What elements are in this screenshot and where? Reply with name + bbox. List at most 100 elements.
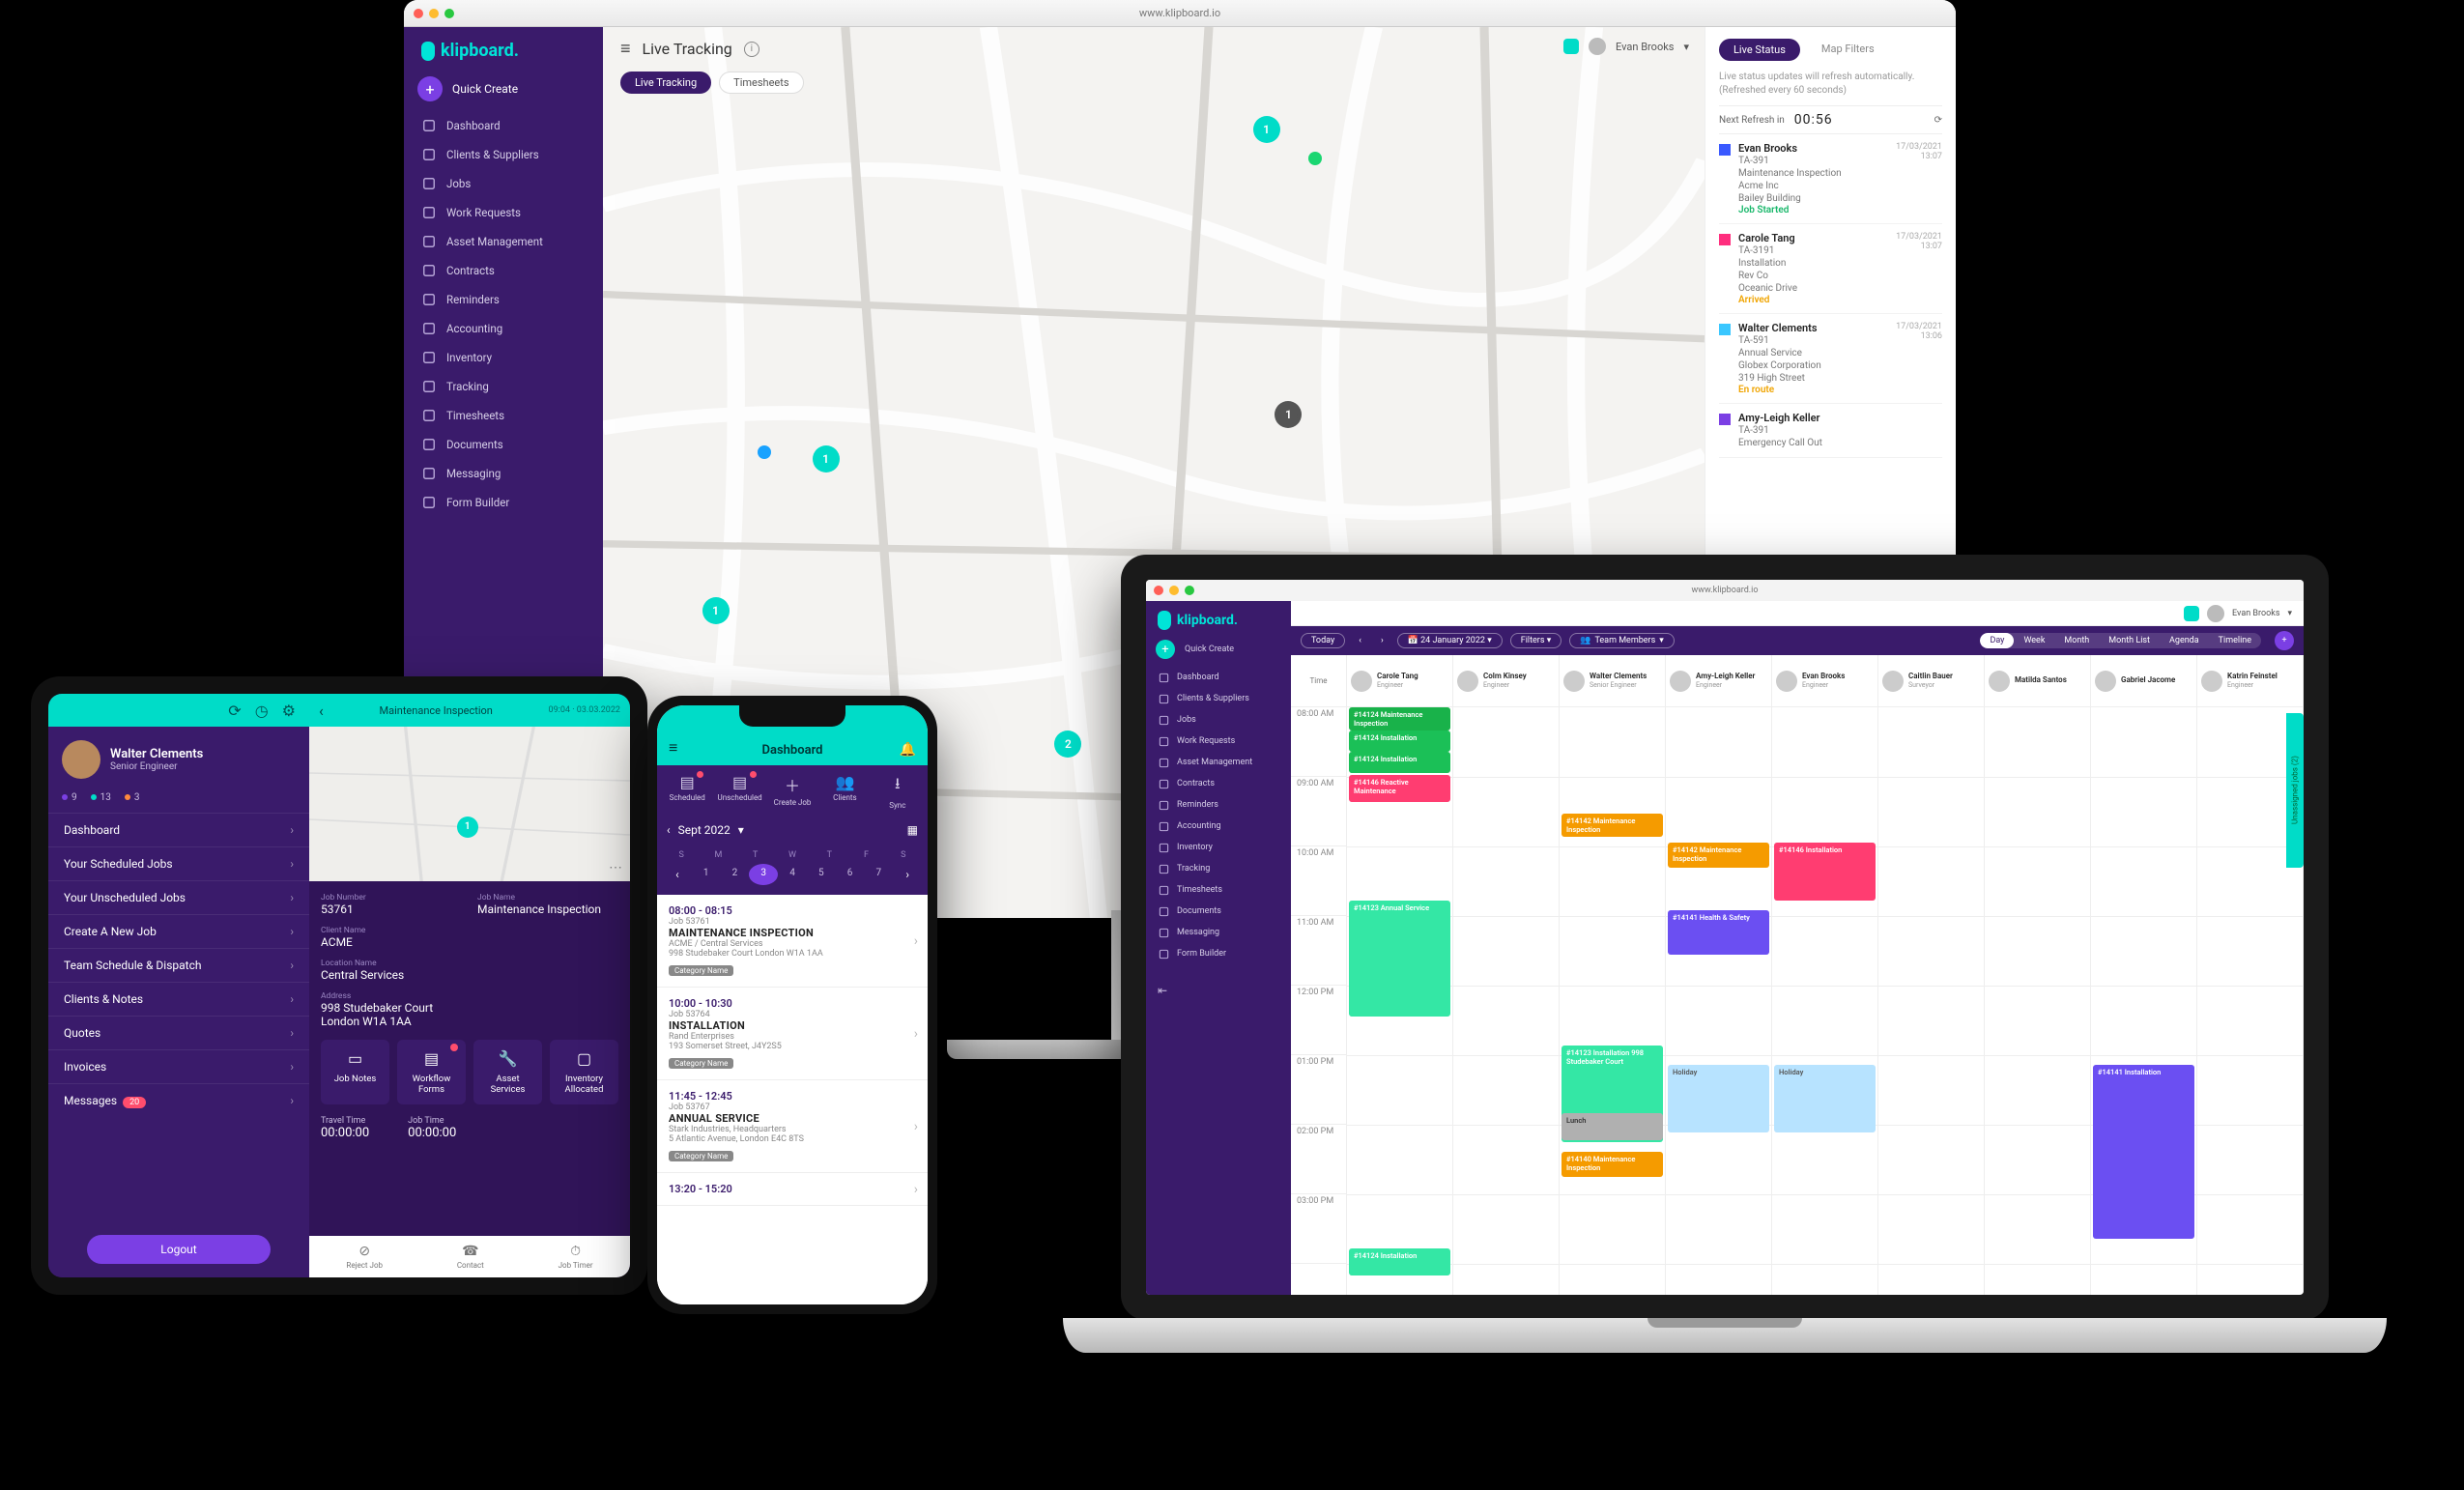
schedule-event[interactable]: #14141 Installation	[2093, 1065, 2194, 1239]
map-pin[interactable]: 1	[1253, 116, 1280, 143]
drawer-item[interactable]: Quotes›	[48, 1016, 309, 1049]
info-icon[interactable]: i	[744, 42, 759, 57]
resource-header[interactable]: Gabriel Jacome	[2091, 655, 2196, 707]
notification-badge[interactable]	[2184, 606, 2199, 621]
action-scheduled[interactable]: ▤Scheduled	[661, 773, 713, 810]
schedule-event[interactable]: #14146 Installation	[1774, 843, 1876, 901]
add-button[interactable]: +	[2275, 631, 2294, 650]
back-icon[interactable]: ‹	[319, 702, 324, 720]
schedule-event[interactable]: #14123 Annual Service	[1349, 901, 1450, 1017]
url-bar[interactable]: www.klipboard.io	[1139, 7, 1220, 19]
nav-item-clients-suppliers[interactable]: Clients & Suppliers	[404, 140, 603, 169]
next-week-icon[interactable]: ›	[893, 864, 922, 885]
resource-header[interactable]: Evan BrooksEngineer	[1772, 655, 1877, 707]
job-list-item[interactable]: 08:00 - 08:15 Job 53761 MAINTENANCE INSP…	[657, 895, 928, 988]
status-item[interactable]: Evan Brooks TA-391 Maintenance Inspectio…	[1719, 134, 1942, 224]
menu-icon[interactable]: ≡	[620, 39, 631, 59]
tab-timesheets[interactable]: Timesheets	[719, 72, 803, 94]
nav-item-dashboard[interactable]: Dashboard	[1146, 667, 1291, 688]
schedule-event[interactable]: Holiday	[1668, 1065, 1769, 1132]
month-selector[interactable]: ‹ Sept 2022 ▾ ▦	[657, 817, 928, 843]
job-list-item[interactable]: 13:20 - 15:20 ›	[657, 1173, 928, 1206]
quick-create[interactable]: + Quick Create	[1156, 640, 1281, 659]
schedule-event[interactable]: Holiday	[1774, 1065, 1876, 1132]
calendar-date[interactable]: 4	[778, 864, 807, 885]
view-month-list[interactable]: Month List	[2099, 633, 2160, 648]
nav-item-documents[interactable]: Documents	[404, 430, 603, 459]
nav-item-contracts[interactable]: Contracts	[404, 256, 603, 285]
schedule-event[interactable]: #14124 Installation	[1349, 1248, 1450, 1275]
nav-item-inventory[interactable]: Inventory	[404, 343, 603, 372]
schedule-event[interactable]: Lunch	[1561, 1113, 1663, 1140]
drawer-item[interactable]: Team Schedule & Dispatch›	[48, 948, 309, 982]
calendar-date[interactable]: 5	[807, 864, 836, 885]
view-agenda[interactable]: Agenda	[2160, 633, 2209, 648]
nav-item-accounting[interactable]: Accounting	[1146, 816, 1291, 837]
tablet-mini-map[interactable]: 1 ⋯	[309, 727, 630, 881]
logout-button[interactable]: Logout	[87, 1235, 271, 1264]
schedule-event[interactable]: #14124 Maintenance Inspection	[1349, 707, 1450, 731]
job-list-item[interactable]: 11:45 - 12:45 Job 53767 ANNUAL SERVICE S…	[657, 1080, 928, 1173]
chevron-down-icon[interactable]: ▾	[1683, 41, 1689, 53]
laptop-url[interactable]: www.klipboard.io	[1692, 586, 1759, 595]
calendar-date[interactable]: 7	[864, 864, 893, 885]
plus-icon[interactable]: +	[417, 76, 443, 101]
window-controls[interactable]	[414, 9, 454, 18]
nav-item-inventory[interactable]: Inventory	[1146, 837, 1291, 858]
drawer-item[interactable]: Dashboard›	[48, 813, 309, 846]
refresh-icon[interactable]: ⟳	[1934, 115, 1942, 126]
action-create-job[interactable]: ＋Create Job	[766, 773, 818, 810]
status-item[interactable]: Walter Clements TA-591 Annual Service Gl…	[1719, 314, 1942, 404]
calendar-date[interactable]: 2	[721, 864, 750, 885]
schedule-event[interactable]: #14124 Installation	[1349, 752, 1450, 773]
nav-item-asset-management[interactable]: Asset Management	[404, 227, 603, 256]
bottombar-reject[interactable]: ⊘Reject Job	[346, 1244, 383, 1270]
nav-item-work-requests[interactable]: Work Requests	[404, 198, 603, 227]
nav-item-timesheets[interactable]: Timesheets	[1146, 879, 1291, 901]
nav-item-jobs[interactable]: Jobs	[1146, 709, 1291, 731]
nav-item-reminders[interactable]: Reminders	[1146, 794, 1291, 816]
prev-week-icon[interactable]: ‹	[663, 864, 692, 885]
map-pin[interactable]: 1	[813, 445, 840, 473]
job-list-item[interactable]: 10:00 - 10:30 Job 53764 INSTALLATION Ran…	[657, 988, 928, 1080]
drawer-item-messages[interactable]: Messages20›	[48, 1083, 309, 1117]
collapse-icon[interactable]: ⇤	[1146, 964, 1291, 1017]
notification-badge[interactable]	[1563, 39, 1579, 54]
action-sync[interactable]: ⭳Sync	[872, 773, 924, 810]
tile-box[interactable]: ▢Inventory Allocated	[550, 1040, 618, 1104]
nav-item-work-requests[interactable]: Work Requests	[1146, 731, 1291, 752]
plus-icon[interactable]: +	[1156, 640, 1175, 659]
chevron-down-icon[interactable]: ▾	[738, 823, 744, 837]
nav-item-timesheets[interactable]: Timesheets	[404, 401, 603, 430]
nav-item-contracts[interactable]: Contracts	[1146, 773, 1291, 794]
filters-button[interactable]: Filters ▾	[1510, 633, 1562, 648]
schedule-event[interactable]: #14141 Health & Safety	[1668, 910, 1769, 955]
nav-item-form-builder[interactable]: Form Builder	[1146, 943, 1291, 964]
sync-icon[interactable]: ⟳	[228, 702, 241, 720]
map-user-dot[interactable]	[1308, 152, 1322, 165]
team-members-picker[interactable]: 👥 Team Members ▾	[1569, 633, 1675, 648]
resource-header[interactable]: Amy-Leigh KellerEngineer	[1666, 655, 1771, 707]
nav-item-accounting[interactable]: Accounting	[404, 314, 603, 343]
schedule-event[interactable]: #14146 Reactive Maintenance	[1349, 775, 1450, 802]
menu-icon[interactable]: ≡	[669, 738, 677, 758]
calendar-date[interactable]: 1	[692, 864, 721, 885]
nav-item-messaging[interactable]: Messaging	[404, 459, 603, 488]
calendar-date[interactable]: 6	[836, 864, 865, 885]
schedule-event[interactable]: #14140 Maintenance Inspection	[1561, 1152, 1663, 1177]
nav-item-jobs[interactable]: Jobs	[404, 169, 603, 198]
drawer-item[interactable]: Your Unscheduled Jobs›	[48, 880, 309, 914]
resource-header[interactable]: Colm KinseyEngineer	[1453, 655, 1559, 707]
prev-month-icon[interactable]: ‹	[667, 823, 671, 837]
tile-wrench[interactable]: 🔧Asset Services	[473, 1040, 542, 1104]
view-timeline[interactable]: Timeline	[2209, 633, 2261, 648]
today-button[interactable]: Today	[1301, 633, 1345, 648]
view-day[interactable]: Day	[1980, 633, 2014, 648]
status-item[interactable]: Amy-Leigh Keller TA-391 Emergency Call O…	[1719, 404, 1942, 458]
nav-item-tracking[interactable]: Tracking	[404, 372, 603, 401]
action-clients[interactable]: 👥Clients	[818, 773, 871, 810]
more-icon[interactable]: ⋯	[609, 860, 622, 875]
drawer-item[interactable]: Clients & Notes›	[48, 982, 309, 1016]
nav-item-dashboard[interactable]: Dashboard	[404, 111, 603, 140]
nav-item-tracking[interactable]: Tracking	[1146, 858, 1291, 879]
